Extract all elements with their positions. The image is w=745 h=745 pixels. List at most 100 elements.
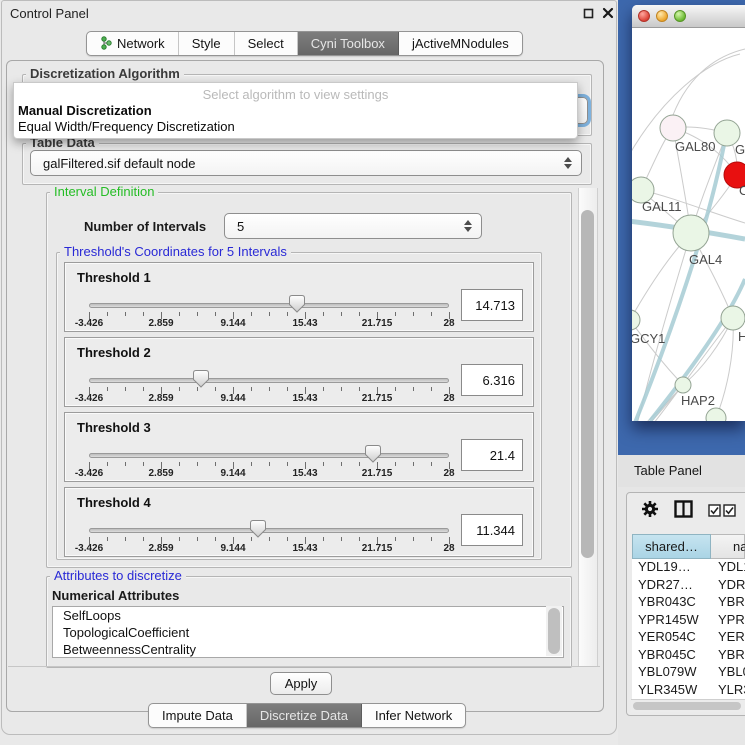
slider-tick [215,387,216,391]
tab-network[interactable]: Network [87,32,179,55]
slider-tick-label: 9.144 [220,468,245,479]
attributes-list-scrollbar-thumb[interactable] [548,608,560,654]
slider-tick [269,462,270,466]
table-cell-shared-name: YBR043C [632,594,711,612]
slider-tick [413,387,414,391]
attributes-list-scrollbar[interactable] [546,606,562,656]
threshold-value-field[interactable] [461,439,523,471]
attribute-list-item[interactable]: BetweennessCentrality [53,641,563,658]
minimize-traffic-light-icon[interactable] [656,10,668,22]
slider-tick-label: 15.43 [292,318,317,329]
threshold-slider-track[interactable] [89,528,449,533]
slider-tick [269,537,270,541]
network-canvas[interactable]: GAL80GACGAL11GAL4GCY1HHAP2 [632,27,745,421]
algorithm-placeholder-option[interactable]: Select algorithm to view settings [14,87,577,102]
slider-tick [215,312,216,316]
slider-tick [359,312,360,316]
number-of-intervals-combobox[interactable]: 5 [224,213,482,239]
network-node-label: H [738,329,745,344]
tab-label: Infer Network [375,708,452,723]
network-node[interactable] [675,377,691,393]
attribute-list-item[interactable]: TopologicalCoefficient [53,624,563,641]
float-window-icon[interactable] [583,8,594,19]
table-cell-name: YBR0 [711,594,745,612]
attribute-list-item[interactable]: SelfLoops [53,607,563,624]
checkbox-icon[interactable] [723,504,736,517]
zoom-traffic-light-icon[interactable] [674,10,686,22]
slider-tick [341,312,342,316]
slider-tick [395,462,396,466]
table-row[interactable]: YLR345WYLR3 [632,682,745,700]
table-row[interactable]: YDL19…YDL1 [632,559,745,577]
threshold-label: Threshold 4 [77,495,151,510]
slider-tick-label: 2.859 [148,318,173,329]
combobox-stepper-icon [564,157,572,169]
table-row[interactable]: YDR27…YDR2 [632,577,745,595]
table-row[interactable]: YPR145WYPR1 [632,612,745,630]
attributes-group-title: Attributes to discretize [50,569,186,583]
slider-tick [179,387,180,391]
threshold-value-field[interactable] [461,364,523,396]
network-node[interactable] [660,115,686,141]
threshold-slider-thumb[interactable] [250,520,266,538]
threshold-slider-track[interactable] [89,303,449,308]
checkbox-icon[interactable] [708,504,721,517]
threshold-value-field[interactable] [461,514,523,546]
algorithm-option-manual[interactable]: Manual Discretization [18,103,152,118]
tab-select[interactable]: Select [235,32,298,55]
tab-infer-network[interactable]: Infer Network [362,704,465,727]
table-row[interactable]: YBR043CYBR0 [632,594,745,612]
threshold-slider-thumb[interactable] [365,445,381,463]
threshold-slider-track[interactable] [89,453,449,458]
slider-tick [197,537,198,541]
slider-tick-label: 21.715 [362,468,393,479]
algorithm-dropdown-popup: Select algorithm to view settings Manual… [13,82,578,139]
table-hscrollbar-thumb[interactable] [633,702,741,710]
tab-style[interactable]: Style [179,32,235,55]
close-icon[interactable] [602,7,614,19]
threshold-slider-thumb[interactable] [289,295,305,313]
slider-tick [413,312,414,316]
network-node[interactable] [673,215,709,251]
network-window-titlebar[interactable] [632,5,745,28]
settings-scrollbar[interactable] [578,188,598,666]
slider-tick [215,462,216,466]
table-panel-titlebar: Table Panel [618,455,745,488]
settings-scrollbar-thumb[interactable] [581,210,594,558]
threshold-slider-track[interactable] [89,378,449,383]
tab-discretize-data[interactable]: Discretize Data [247,704,362,727]
network-node[interactable] [706,408,726,421]
table-data-combobox[interactable]: galFiltered.sif default node [30,150,582,176]
tab-impute-data[interactable]: Impute Data [149,704,247,727]
slider-tick-label: -3.426 [75,318,103,329]
numerical-attributes-list[interactable]: SelfLoopsTopologicalCoefficientBetweenne… [52,606,564,658]
threshold-value-field[interactable] [461,289,523,321]
close-traffic-light-icon[interactable] [638,10,650,22]
slider-tick-label: 28 [443,468,454,479]
slider-tick [287,387,288,391]
split-view-icon[interactable] [674,500,693,518]
column-header-name[interactable]: na [711,534,745,559]
column-header-shared-name[interactable]: shared… [632,534,711,559]
network-node[interactable] [721,306,745,330]
tab-jactivemnodules[interactable]: jActiveMNodules [399,32,522,55]
threshold-slider-thumb[interactable] [193,370,209,388]
apply-button[interactable]: Apply [270,672,332,695]
threshold-label: Threshold 3 [77,420,151,435]
algorithm-option-equal-width[interactable]: Equal Width/Frequency Discretization [18,119,235,134]
tab-cyni-toolbox[interactable]: Cyni Toolbox [298,32,399,55]
table-cell-shared-name: YPR145W [632,612,711,630]
network-node-label: GAL11 [642,199,682,214]
slider-tick-label: 9.144 [220,393,245,404]
slider-tick [125,312,126,316]
gear-icon[interactable] [640,499,660,519]
table-row[interactable]: YBR045CYBR0 [632,647,745,665]
table-cell-name: YDR2 [711,577,745,595]
table-row[interactable]: YBL079WYBL0 [632,664,745,682]
table-cell-name: YBL0 [711,664,745,682]
slider-tick [341,387,342,391]
network-node[interactable] [632,310,640,330]
table-row[interactable]: YER054CYER0 [632,629,745,647]
slider-tick-label: 15.43 [292,543,317,554]
table-hscrollbar[interactable] [631,699,745,712]
